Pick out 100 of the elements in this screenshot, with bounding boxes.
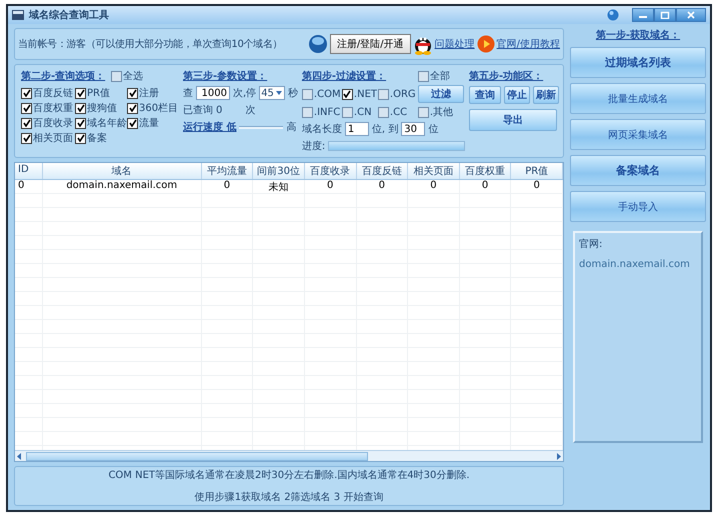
- checkbox-label: 备案: [87, 132, 107, 145]
- play-icon: [476, 35, 495, 53]
- checkbox[interactable]: [75, 132, 86, 144]
- checkbox[interactable]: [378, 88, 389, 100]
- speed-label: 运行速度 低: [183, 120, 236, 134]
- close-icon: [686, 11, 696, 19]
- maximize-button[interactable]: [654, 8, 676, 22]
- action-button[interactable]: 停止: [504, 86, 530, 104]
- left-arrow-icon[interactable]: [15, 452, 24, 460]
- checkbox[interactable]: [302, 106, 313, 118]
- column-header[interactable]: ID: [15, 163, 43, 179]
- table-cell: 未知: [253, 180, 305, 193]
- checkbox-label: .INFC: [314, 106, 340, 118]
- column-header[interactable]: 百度权重: [460, 163, 512, 179]
- checkbox[interactable]: [75, 88, 86, 98]
- sidebar-button[interactable]: 过期域名列表: [570, 47, 706, 78]
- app-icon: [12, 10, 24, 20]
- max-length-field[interactable]: 30: [401, 122, 426, 136]
- column-header[interactable]: 百度收录: [304, 163, 357, 179]
- table-cell: 0: [511, 180, 563, 193]
- field-label: 位: [428, 123, 438, 136]
- checkbox[interactable]: [127, 118, 138, 128]
- checkbox[interactable]: [21, 88, 32, 98]
- field-label: 秒: [288, 86, 298, 100]
- checkbox[interactable]: [342, 88, 353, 100]
- checkbox[interactable]: [418, 106, 429, 118]
- checkbox[interactable]: [418, 70, 429, 82]
- checkbox-label: 流量: [139, 116, 159, 130]
- sidebar-button[interactable]: 批量生成域名: [570, 83, 706, 114]
- checkbox[interactable]: [75, 118, 86, 128]
- sidebar-button[interactable]: 网页采集域名: [570, 119, 706, 150]
- help-link[interactable]: 问题处理: [434, 37, 475, 51]
- checkbox-label: 域名年龄: [87, 116, 127, 130]
- note-text: COM NET等国际域名通常在凌晨2时30分左右删除.国内域名通常在4时30分删除.: [108, 468, 470, 482]
- checkbox[interactable]: [75, 102, 86, 114]
- table-cell: 0: [460, 180, 512, 193]
- checkbox-label: .ORG: [390, 88, 416, 100]
- field-label: 位, 到: [372, 123, 398, 136]
- checkbox[interactable]: [127, 88, 138, 98]
- column-header[interactable]: 相关页面: [408, 163, 460, 179]
- action-button[interactable]: 查询: [469, 86, 501, 104]
- right-arrow-icon[interactable]: [554, 452, 563, 460]
- checkbox[interactable]: [21, 102, 32, 114]
- checkbox[interactable]: [342, 106, 353, 118]
- query-count-field[interactable]: 1000: [196, 86, 230, 100]
- checkbox[interactable]: [378, 106, 389, 118]
- table-cell: 0: [408, 180, 460, 193]
- website-link[interactable]: 官网/使用教程: [496, 37, 560, 51]
- export-button[interactable]: 导出: [469, 109, 557, 131]
- table-cell: 0: [15, 180, 43, 193]
- sidebar-button[interactable]: 备案域名: [570, 155, 706, 186]
- action-button[interactable]: 刷新: [533, 86, 559, 104]
- step-title: 第二步-查询选项：: [21, 70, 106, 83]
- checkbox-label: 注册: [139, 86, 159, 100]
- column-header[interactable]: PR值: [511, 163, 563, 179]
- field-label: 次,停: [233, 87, 256, 100]
- sphere-icon: [308, 34, 328, 54]
- column-header[interactable]: 域名: [42, 163, 202, 179]
- site-url: domain.naxemail.com: [579, 259, 691, 270]
- caret-icon: [274, 89, 283, 97]
- checkbox-label: .其他: [430, 106, 454, 119]
- checkbox-label: 百度权重: [33, 102, 73, 115]
- checkbox-label: PR值: [87, 87, 110, 100]
- table-cell: 0: [356, 180, 408, 193]
- table-cell: domain.naxemail.com: [42, 180, 202, 193]
- register-button[interactable]: 注册/登陆/开通: [330, 34, 411, 54]
- step-title: 第一步-获取域名：: [596, 28, 680, 42]
- field-label: 域名长度: [302, 122, 342, 136]
- field-label: 查: [183, 86, 193, 100]
- checkbox[interactable]: [21, 118, 32, 128]
- close-button[interactable]: [676, 8, 706, 22]
- checkbox[interactable]: [302, 88, 313, 100]
- window-title: 域名综合查询工具: [29, 8, 110, 22]
- queried-count: 0: [216, 104, 222, 116]
- sidebar-button[interactable]: 手动导入: [570, 191, 706, 222]
- checkbox-label: 搜狗值: [87, 102, 117, 115]
- min-length-field[interactable]: 1: [344, 122, 369, 136]
- checkbox[interactable]: [127, 102, 138, 114]
- checkbox-label: 360栏目: [139, 102, 178, 115]
- field-label: 已查询: [183, 104, 213, 117]
- checkbox-label: .CN: [354, 106, 372, 118]
- pause-dropdown[interactable]: 45: [259, 86, 285, 100]
- column-header[interactable]: 间前30位: [253, 163, 305, 179]
- sphere-icon[interactable]: [607, 9, 619, 21]
- account-text: 当前帐号：游客（可以使用大部分功能，单次查询10个域名）: [18, 38, 284, 51]
- checkbox-label: 全选: [123, 70, 144, 83]
- filter-button[interactable]: 过滤: [418, 85, 464, 103]
- checkbox[interactable]: [21, 132, 32, 144]
- checkbox-label: .CC: [390, 106, 408, 118]
- horizontal-scrollbar[interactable]: [15, 450, 563, 461]
- checkbox-label: 相关页面: [33, 132, 73, 145]
- column-header[interactable]: 百度反链: [356, 163, 408, 179]
- field-label: 进度:: [302, 140, 326, 153]
- checkbox[interactable]: [111, 70, 122, 82]
- column-header[interactable]: 平均流量: [202, 163, 254, 179]
- minimize-button[interactable]: [632, 8, 654, 22]
- step-title: 第三步-参数设置：: [183, 70, 268, 83]
- field-label: 高: [286, 120, 296, 134]
- site-label: 官网:: [579, 238, 604, 251]
- step-title: 第四步-过滤设置：: [302, 70, 388, 83]
